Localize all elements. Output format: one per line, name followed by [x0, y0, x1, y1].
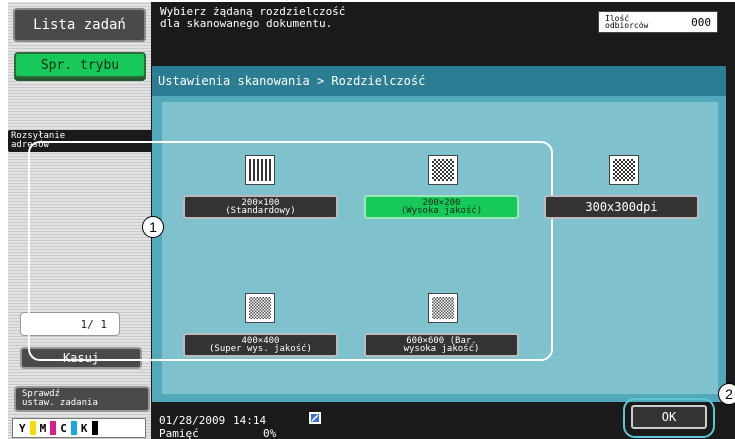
callout-2: 2	[718, 383, 735, 405]
status-date: 01/28/2009	[159, 414, 226, 427]
toner-k-bar	[91, 421, 98, 435]
option-600x600[interactable]: 600×600 (Bar. wysoka jakość)	[364, 333, 519, 357]
toner-levels: Y M C K	[12, 418, 146, 438]
memory-label: Pamięć	[159, 427, 199, 439]
toner-m-bar	[50, 421, 57, 435]
check-job-settings-button[interactable]: Sprawdź ustaw. zadania	[14, 386, 150, 412]
job-list-button[interactable]: Lista zadań	[13, 8, 146, 42]
ok-button[interactable]: OK	[631, 405, 707, 429]
recipients-counter: Ilość odbiorców 000	[598, 11, 718, 33]
resolution-200x200-icon	[428, 155, 458, 185]
resolution-400x400-icon	[245, 293, 275, 323]
option-200x100[interactable]: 200×100 (Standardowy)	[183, 195, 338, 219]
option-200x200[interactable]: 200×200 (Wysoka jakość)	[364, 195, 519, 219]
option-300x300[interactable]: 300x300dpi	[544, 195, 699, 219]
network-icon	[309, 412, 321, 424]
toner-c-bar	[70, 421, 77, 435]
memory-value: 0%	[263, 427, 277, 439]
toner-y-label: Y	[19, 421, 26, 435]
toner-k-label: K	[80, 421, 88, 435]
recipients-count: 000	[691, 15, 711, 29]
status-time: 14:14	[233, 414, 267, 427]
callout-1: 1	[142, 216, 164, 238]
resolution-200x100-icon	[245, 155, 275, 185]
panel-title: Ustawienia skanowania > Rozdzielczość	[152, 66, 726, 96]
toner-m-label: M	[39, 421, 47, 435]
instruction-message: Wybierz żądaną rozdzielczość dla skanowa…	[160, 5, 346, 30]
toner-y-bar	[29, 421, 36, 435]
mode-check-button[interactable]: Spr. trybu	[14, 52, 146, 78]
resolution-300x300-icon	[609, 155, 639, 185]
option-400x400[interactable]: 400×400 (Super wys. jakość)	[183, 333, 338, 357]
recipients-label: Ilość odbiorców	[605, 14, 649, 30]
resolution-600x600-icon	[428, 293, 458, 323]
resolution-options-group	[28, 141, 553, 361]
toner-c-label: C	[60, 421, 67, 435]
